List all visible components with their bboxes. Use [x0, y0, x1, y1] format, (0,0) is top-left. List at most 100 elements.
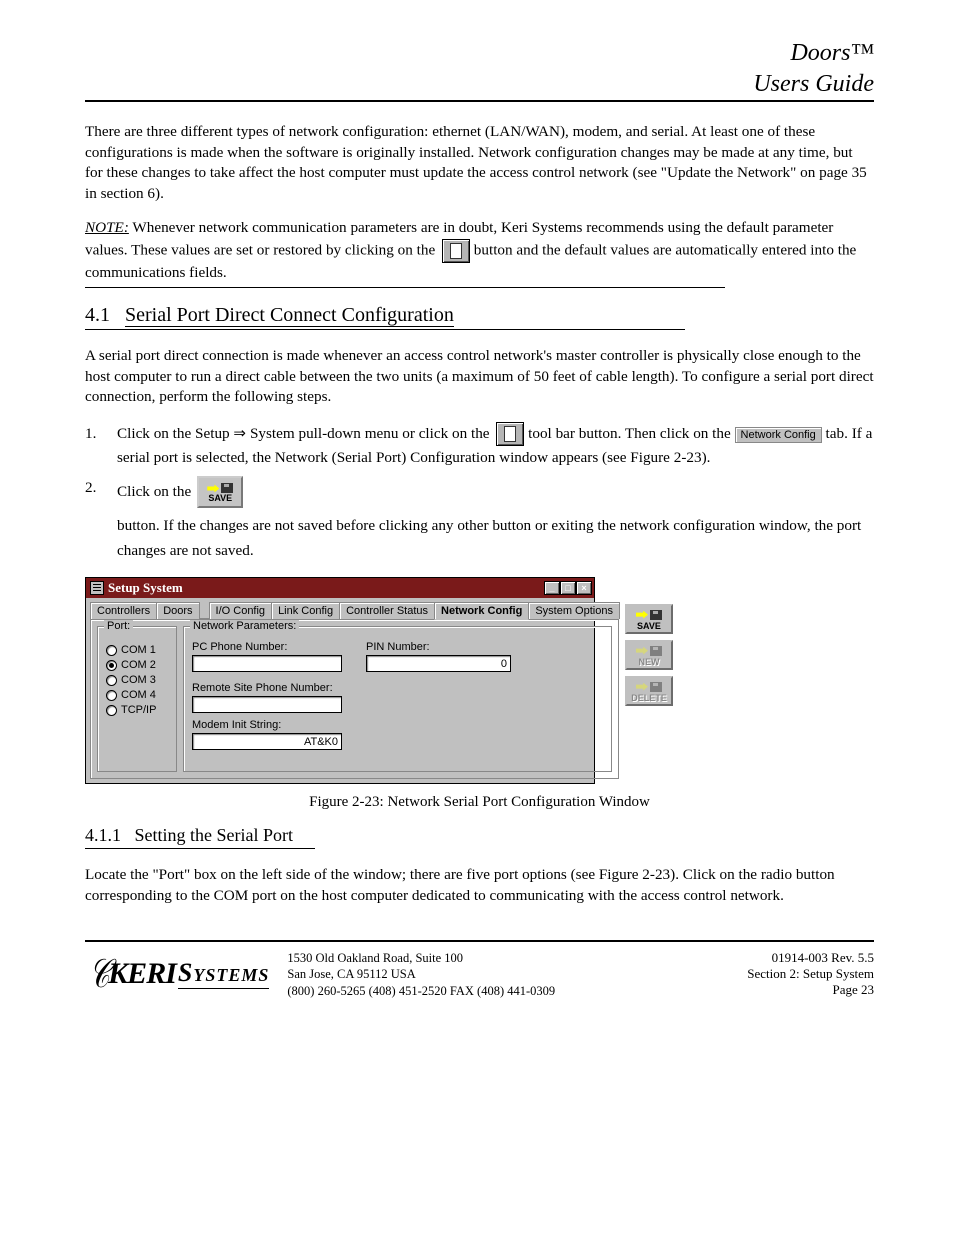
new-button-label: NEW: [638, 657, 659, 667]
save-button-label: SAVE: [208, 494, 232, 503]
setup-system-window: Setup System _ □ × Controllers Doors I/O…: [85, 577, 595, 784]
tab-io-config[interactable]: I/O Config: [209, 602, 273, 619]
maximize-button[interactable]: □: [560, 581, 576, 595]
subsection-underline: [85, 848, 315, 849]
tab-link-config[interactable]: Link Config: [271, 602, 340, 619]
subsection-number: 4.1.1: [85, 825, 121, 845]
radio-icon-selected: [106, 660, 117, 671]
page-footer: 𝒞KERISystems 1530 Old Oakland Road, Suit…: [85, 940, 874, 999]
radio-com1-label: COM 1: [121, 644, 156, 656]
modem-init-label: Modem Init String:: [192, 719, 342, 731]
port-legend: Port:: [104, 620, 133, 632]
radio-com2-label: COM 2: [121, 659, 156, 671]
radio-com3[interactable]: COM 3: [106, 674, 168, 686]
tab-system-options[interactable]: System Options: [528, 602, 620, 619]
step-2-text-a: Click on the: [117, 480, 191, 504]
side-buttons: SAVE NEW DELETE: [623, 602, 675, 779]
step-2: 2. Click on the SAVE button. If the chan…: [85, 476, 874, 563]
header-subtitle: Users Guide: [85, 71, 874, 98]
default-button-icon: [442, 239, 470, 263]
radio-com1[interactable]: COM 1: [106, 644, 168, 656]
network-config-tab-inline: Network Config: [735, 427, 822, 443]
header-product: Doors™: [85, 40, 874, 67]
port-groupbox: Port: COM 1 COM 2 COM 3 COM 4 TCP/IP: [97, 626, 177, 772]
note-underline: [85, 287, 725, 288]
subsection-title: Setting the Serial Port: [135, 825, 293, 845]
footer-addr3: (800) 260-5265 (408) 451-2520 FAX (408) …: [287, 983, 729, 999]
network-parameters-groupbox: Network Parameters: PC Phone Number: Rem…: [183, 626, 612, 772]
subsection-heading: 4.1.1 Setting the Serial Port: [85, 825, 874, 846]
subsection-body: Locate the "Port" box on the left side o…: [85, 865, 874, 906]
delete-button[interactable]: DELETE: [625, 676, 673, 706]
footer-page: Page 23: [747, 982, 874, 998]
np-legend: Network Parameters:: [190, 620, 299, 632]
footer-address: 1530 Old Oakland Road, Suite 100 San Jos…: [287, 950, 729, 999]
radio-icon: [106, 705, 117, 716]
disk-icon: [221, 483, 233, 493]
footer-addr2: San Jose, CA 95112 USA: [287, 966, 729, 982]
pin-label: PIN Number:: [366, 641, 511, 653]
step-2-num: 2.: [85, 476, 107, 500]
title-bar[interactable]: Setup System _ □ ×: [86, 578, 594, 598]
arrow-icon: [207, 484, 219, 492]
radio-com3-label: COM 3: [121, 674, 156, 686]
radio-icon: [106, 675, 117, 686]
window-title: Setup System: [108, 580, 183, 596]
section-number: 4.1: [85, 304, 110, 326]
pin-input[interactable]: 0: [366, 655, 511, 672]
step-1-num: 1.: [85, 422, 107, 446]
save-button-inline: SAVE: [197, 476, 243, 508]
pc-phone-input[interactable]: [192, 655, 342, 672]
arrow-icon: [636, 683, 648, 691]
radio-icon: [106, 690, 117, 701]
setup-toolbar-icon: [496, 422, 524, 446]
tab-controller-status[interactable]: Controller Status: [339, 602, 435, 619]
radio-com4[interactable]: COM 4: [106, 689, 168, 701]
steps-list: 1. Click on the Setup ⇒ System pull-down…: [85, 422, 874, 563]
step-1-text-a: Click on the Setup ⇒ System pull-down me…: [117, 425, 490, 442]
keri-logo: 𝒞KERISystems: [85, 950, 269, 997]
step-1: 1. Click on the Setup ⇒ System pull-down…: [85, 422, 874, 471]
radio-com4-label: COM 4: [121, 689, 156, 701]
pc-phone-label: PC Phone Number:: [192, 641, 342, 653]
section-underline: [85, 329, 685, 330]
footer-doc1: 01914-003 Rev. 5.5: [747, 950, 874, 966]
tab-network-config[interactable]: Network Config: [434, 602, 529, 620]
arrow-icon: [636, 611, 648, 619]
tab-doors[interactable]: Doors: [156, 602, 199, 619]
remote-phone-label: Remote Site Phone Number:: [192, 682, 342, 694]
figure-caption: Figure 2-23: Network Serial Port Configu…: [85, 794, 874, 811]
arrow-icon: [636, 647, 648, 655]
radio-tcpip-label: TCP/IP: [121, 704, 156, 716]
modem-init-input[interactable]: AT&K0: [192, 733, 342, 750]
disk-icon: [650, 682, 662, 692]
radio-com2[interactable]: COM 2: [106, 659, 168, 671]
step-2-text-b: button. If the changes are not saved bef…: [117, 514, 874, 563]
disk-icon: [650, 610, 662, 620]
tab-strip: Controllers Doors I/O Config Link Config…: [90, 602, 619, 619]
footer-addr1: 1530 Old Oakland Road, Suite 100: [287, 950, 729, 966]
minimize-button[interactable]: _: [544, 581, 560, 595]
header-rule: [85, 100, 874, 102]
delete-button-label: DELETE: [631, 693, 667, 703]
footer-docinfo: 01914-003 Rev. 5.5 Section 2: Setup Syst…: [747, 950, 874, 998]
tab-panel: Port: COM 1 COM 2 COM 3 COM 4 TCP/IP Net…: [90, 619, 619, 779]
tab-controllers[interactable]: Controllers: [90, 602, 157, 619]
step-1-text-b: tool bar button. Then click on the: [528, 425, 731, 442]
section-body: A serial port direct connection is made …: [85, 346, 874, 408]
remote-phone-input[interactable]: [192, 696, 342, 713]
close-button[interactable]: ×: [576, 581, 592, 595]
new-button[interactable]: NEW: [625, 640, 673, 670]
note-paragraph: NOTE: Whenever network communication par…: [85, 218, 874, 283]
radio-tcpip[interactable]: TCP/IP: [106, 704, 168, 716]
section-heading: 4.1 Serial Port Direct Connect Configura…: [85, 304, 874, 327]
intro-paragraph: There are three different types of netwo…: [85, 122, 874, 204]
window-icon: [90, 581, 104, 595]
section-title: Serial Port Direct Connect Configuration: [125, 304, 454, 327]
disk-icon: [650, 646, 662, 656]
footer-doc2: Section 2: Setup System: [747, 966, 874, 982]
note-label: NOTE:: [85, 219, 129, 236]
save-button[interactable]: SAVE: [625, 604, 673, 634]
radio-icon: [106, 645, 117, 656]
save-button-label: SAVE: [637, 621, 661, 631]
